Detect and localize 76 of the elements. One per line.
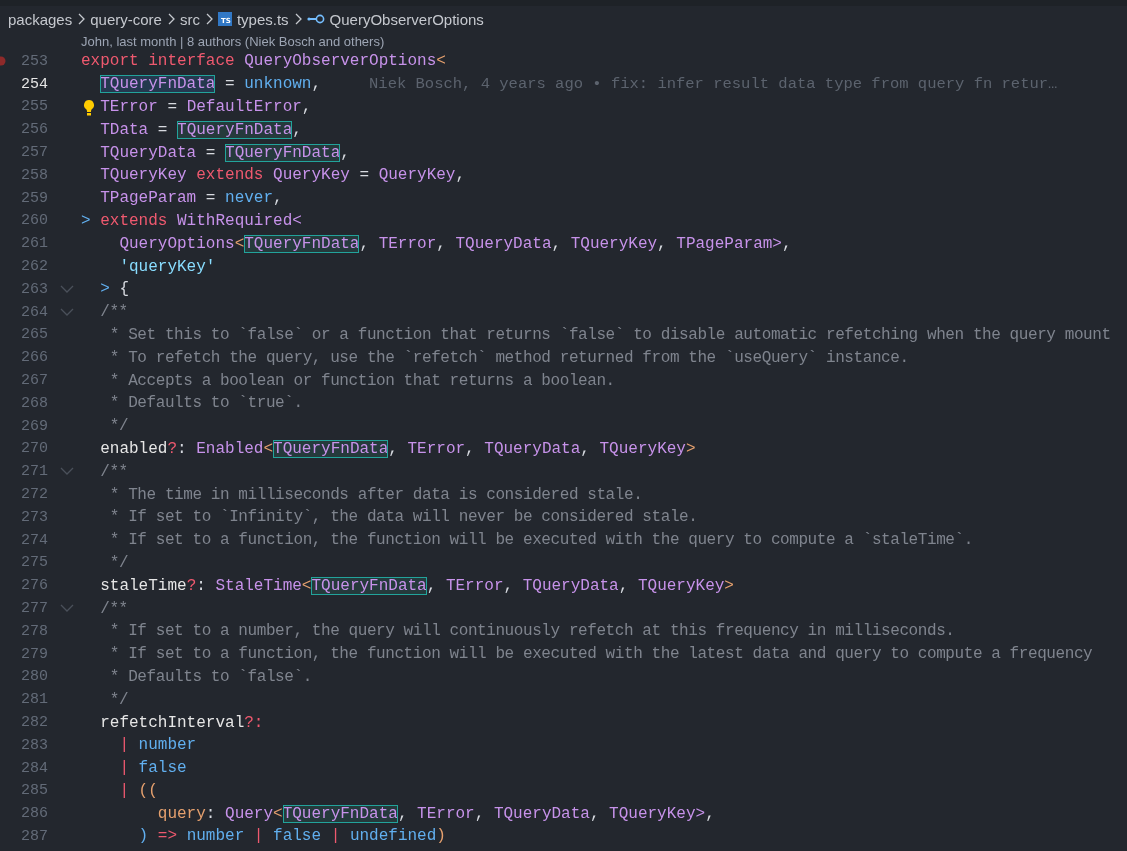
line-number: 267 xyxy=(20,372,48,390)
line-number: 266 xyxy=(20,349,48,367)
line-number: 276 xyxy=(20,577,48,595)
line-number: 277 xyxy=(20,600,48,617)
line-number: 256 xyxy=(20,121,48,139)
interface-symbol-icon xyxy=(306,14,325,24)
breadcrumb-item[interactable]: query-core xyxy=(90,10,162,28)
line-number: 273 xyxy=(20,508,48,526)
code-line: | false xyxy=(119,759,187,778)
code-line: /** xyxy=(100,462,128,481)
code-line: * If set to a number, the query will continuously refetch at this frequency in milliseconds. xyxy=(109,622,955,641)
line-number: 264 xyxy=(20,303,48,321)
code-line: | number xyxy=(119,736,197,755)
line-number: 257 xyxy=(20,144,48,162)
code-line: */ xyxy=(109,690,129,709)
line-number: 278 xyxy=(20,622,48,640)
code-line: */ xyxy=(109,553,129,572)
code-line: > { xyxy=(100,280,129,299)
line-number: 284 xyxy=(20,759,48,777)
chevron-right-icon xyxy=(204,13,213,25)
code-line: TQueryKey extends QueryKey = QueryKey, xyxy=(100,166,466,185)
chevron-right-icon xyxy=(166,13,175,25)
code-line: * The time in milliseconds after data is considered stale. xyxy=(109,485,643,504)
chevron-right-icon xyxy=(293,13,302,25)
line-number: 280 xyxy=(20,668,48,686)
code-line: * Accepts a boolean or function that returns a boolean. xyxy=(109,371,615,390)
blame-annotation: Niek Bosch, 4 years ago • fix: infer result data type from query fn retur… xyxy=(369,75,1058,94)
code-line: refetchInterval?: xyxy=(100,713,264,732)
line-number: 269 xyxy=(20,417,48,435)
breadcrumb-item[interactable]: QueryObserverOptions xyxy=(329,10,484,28)
line-number: 272 xyxy=(20,486,48,504)
line-number: 286 xyxy=(20,805,48,823)
line-number: 255 xyxy=(20,98,48,116)
line-number: 282 xyxy=(20,714,48,731)
line-number: 260 xyxy=(20,212,48,230)
line-number: 261 xyxy=(20,235,48,253)
code-line: ) => number | false | undefined) xyxy=(138,827,446,846)
line-number: 281 xyxy=(20,691,48,709)
code-line: * If set to a function, the function will be executed with the latest data and query to compute a frequency xyxy=(109,645,1093,664)
code-line: > extends WithRequired< xyxy=(81,211,302,230)
line-number: 285 xyxy=(20,782,48,800)
code-line: * If set to `Infinity`, the data will never be considered stale. xyxy=(109,508,698,527)
lightbulb-icon[interactable] xyxy=(83,98,95,117)
line-number: 262 xyxy=(20,258,48,276)
line-number: 265 xyxy=(20,326,48,344)
code-line: /** xyxy=(100,303,128,322)
code-line: */ xyxy=(109,417,129,436)
breadcrumb-item[interactable]: packages xyxy=(8,10,73,28)
breadcrumb-item[interactable]: src xyxy=(179,10,200,28)
code-line: export interface QueryObserverOptions< xyxy=(81,52,446,71)
code-line: * Defaults to `true`. xyxy=(109,394,303,413)
line-number: 271 xyxy=(20,463,48,481)
code-line: 'queryKey' xyxy=(119,257,216,276)
code-line: * If set to a function, the function will be executed with the query to compute a `staleTime`. xyxy=(109,531,973,550)
chevron-right-icon xyxy=(77,13,86,25)
code-lens[interactable]: John, last month | 8 authors (Niek Bosch and others) xyxy=(81,33,385,49)
line-number: 279 xyxy=(20,645,48,663)
line-number: 268 xyxy=(20,394,48,412)
code-line: * To refetch the query, use the `refetch` method returned from the `useQuery` instance. xyxy=(109,348,909,367)
line-number: 258 xyxy=(20,166,48,184)
breadcrumb-item[interactable]: types.ts xyxy=(236,10,289,28)
code-line: * Defaults to `false`. xyxy=(109,667,312,686)
line-number: 253 xyxy=(20,52,48,70)
line-number: 263 xyxy=(20,280,48,298)
line-number: 287 xyxy=(20,828,48,845)
line-number: 270 xyxy=(20,440,48,458)
line-number: 274 xyxy=(20,531,48,549)
code-line: | (( xyxy=(119,781,158,800)
line-number: 254 xyxy=(20,75,48,93)
line-number: 283 xyxy=(20,736,48,754)
line-number: 259 xyxy=(20,189,48,207)
code-line: TPageParam = never, xyxy=(100,189,283,208)
code-line: TError = DefaultError, xyxy=(100,98,312,116)
code-line: /** xyxy=(100,599,128,618)
line-number: 275 xyxy=(20,554,48,572)
code-line: * Set this to `false` or a function that returns `false` to disable automatic refetching when the query mount xyxy=(109,325,1111,344)
